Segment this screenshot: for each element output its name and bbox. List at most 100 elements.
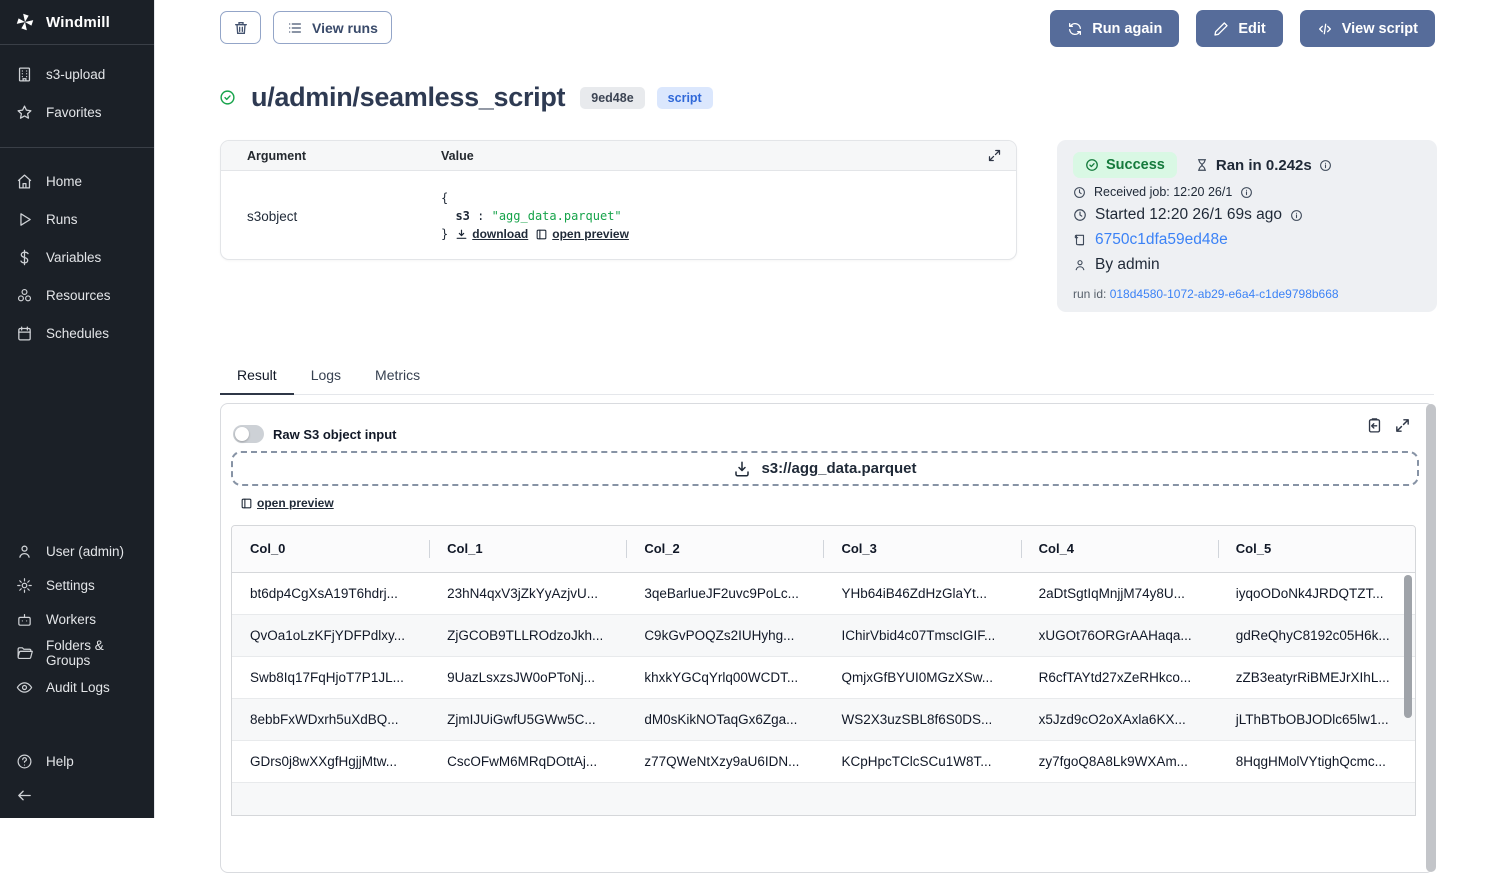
info-icon[interactable] — [1290, 209, 1303, 222]
copy-icon[interactable] — [1366, 417, 1383, 434]
download-link[interactable]: download — [455, 225, 528, 243]
script-type-badge: script — [657, 87, 713, 109]
job-status-panel: Success Ran in 0.242s Received job: 12:2… — [1057, 140, 1437, 312]
sidebar-item-label: Variables — [46, 250, 101, 265]
info-icon[interactable] — [1319, 159, 1332, 172]
table-cell: gdReQhyC8192c05H6k... — [1218, 614, 1415, 656]
view-runs-button[interactable]: View runs — [273, 11, 392, 44]
check-circle-icon — [219, 89, 236, 106]
table-cell: 8HqgHMolVYtighQcmc... — [1218, 740, 1415, 782]
delete-button[interactable] — [220, 11, 261, 44]
download-icon — [733, 460, 751, 478]
table-cell: WS2X3uzSBL8f6S0DS... — [823, 698, 1020, 740]
sidebar-item-runs[interactable]: Runs — [0, 200, 154, 238]
table-cell: Swb8Iq17FqHjoT7P1JL... — [232, 656, 429, 698]
table-cell: C9kGvPOQZs2IUHyhg... — [626, 614, 823, 656]
table-cell: ZjmIJUiGwfU5GWw5C... — [429, 698, 626, 740]
raw-s3-toggle[interactable] — [233, 425, 264, 443]
status-badge: Success — [1073, 152, 1177, 178]
open-preview-link[interactable]: open preview — [240, 496, 334, 510]
s3-download-button[interactable]: s3://agg_data.parquet — [231, 451, 1419, 486]
eye-icon — [16, 679, 33, 696]
info-icon[interactable] — [1240, 186, 1253, 199]
view-script-button[interactable]: View script — [1300, 10, 1435, 47]
user-icon — [16, 543, 33, 560]
hourglass-icon — [1195, 158, 1209, 172]
main-content: View runs Run again Edit View script u/a… — [155, 0, 1493, 818]
scroll-icon — [1073, 233, 1087, 247]
run-id-link[interactable]: 018d4580-1072-ab29-e6a4-c1de9798b668 — [1110, 287, 1339, 301]
user-icon — [1073, 258, 1087, 272]
table-cell: khxkYGCqYrlq00WCDT... — [626, 656, 823, 698]
table-cell: CscOFwM6MRqDOttAj... — [429, 740, 626, 782]
edit-button[interactable]: Edit — [1196, 10, 1282, 47]
sidebar-item-resources[interactable]: Resources — [0, 276, 154, 314]
ran-in-text: Ran in 0.242s — [1216, 157, 1312, 174]
column-header: Col_4 — [1021, 526, 1218, 572]
arg-name: s3object — [221, 189, 441, 243]
brand[interactable]: Windmill — [0, 0, 154, 45]
sidebar-item-s3-upload[interactable]: s3-upload — [0, 55, 154, 93]
sidebar-item-variables[interactable]: Variables — [0, 238, 154, 276]
open-preview-link[interactable]: open preview — [535, 225, 629, 243]
version-badge: 9ed48e — [580, 87, 644, 109]
sidebar-item-settings[interactable]: Settings — [0, 568, 154, 602]
expand-icon[interactable] — [987, 148, 1002, 163]
sidebar-item-home[interactable]: Home — [0, 162, 154, 200]
result-panel: Raw S3 object input s3://agg_data.parque… — [220, 403, 1434, 873]
table-cell: zZB3eatyrRiBMEJrXIhL... — [1218, 656, 1415, 698]
table-cell: QmjxGfBYUI0MGzXSw... — [823, 656, 1020, 698]
json-key: s3 — [455, 209, 469, 223]
sidebar-item-workers[interactable]: Workers — [0, 602, 154, 636]
run-again-button[interactable]: Run again — [1050, 10, 1179, 47]
panel-scrollbar[interactable] — [1426, 404, 1436, 872]
table-empty-row — [232, 782, 1415, 815]
table-cell: x5Jzd9cO2oXAxla6KX... — [1021, 698, 1218, 740]
page-title: u/admin/seamless_script — [251, 82, 565, 113]
panel-preview-icon — [535, 228, 548, 241]
run-again-label: Run again — [1092, 21, 1162, 37]
table-cell: bt6dp4CgXsA19T6hdrj... — [232, 572, 429, 614]
download-icon — [455, 228, 468, 241]
view-runs-label: View runs — [312, 20, 378, 36]
sidebar-item-help[interactable]: Help — [0, 744, 154, 778]
sidebar-item-label: Audit Logs — [46, 680, 110, 695]
boxes-icon — [16, 287, 33, 304]
sidebar: Windmill s3-upload Favorites Home — [0, 0, 155, 818]
sidebar-item-label: Folders & Groups — [46, 638, 138, 668]
collapse-sidebar-button[interactable] — [0, 778, 154, 812]
column-header: Col_5 — [1218, 526, 1415, 572]
sidebar-item-label: Workers — [46, 612, 96, 627]
column-header: Col_0 — [232, 526, 429, 572]
trash-icon — [233, 20, 249, 36]
job-hash-link[interactable]: 6750c1dfa59ed48e — [1095, 231, 1228, 249]
sidebar-item-favorites[interactable]: Favorites — [0, 93, 154, 131]
view-script-label: View script — [1342, 21, 1418, 37]
tab-logs[interactable]: Logs — [294, 362, 358, 395]
args-col-argument: Argument — [221, 149, 441, 163]
brand-name: Windmill — [46, 14, 110, 31]
arrow-left-icon — [16, 787, 33, 804]
received-job-text: Received job: 12:20 26/1 — [1094, 185, 1232, 199]
by-admin-text: By admin — [1095, 256, 1160, 274]
table-cell: ZjGCOB9TLLROdzoJkh... — [429, 614, 626, 656]
table-cell: jLThBTbOBJODlc65lw1... — [1218, 698, 1415, 740]
sidebar-item-folders-groups[interactable]: Folders & Groups — [0, 636, 154, 670]
sidebar-item-audit-logs[interactable]: Audit Logs — [0, 670, 154, 704]
json-close-brace: } — [441, 225, 448, 243]
json-open-brace: { — [441, 189, 1016, 207]
maximize-icon[interactable] — [1394, 417, 1411, 434]
table-scrollbar[interactable] — [1404, 575, 1412, 718]
tab-metrics[interactable]: Metrics — [358, 362, 437, 395]
folder-icon — [16, 645, 33, 662]
table-cell: IChirVbid4c07TmscIGIF... — [823, 614, 1020, 656]
help-icon — [16, 753, 33, 770]
table-cell: R6cfTAYtd27xZeRHkco... — [1021, 656, 1218, 698]
home-icon — [16, 173, 33, 190]
sidebar-item-schedules[interactable]: Schedules — [0, 314, 154, 352]
sidebar-item-user[interactable]: User (admin) — [0, 534, 154, 568]
clock-icon — [1073, 186, 1086, 199]
started-text: Started 12:20 26/1 69s ago — [1095, 206, 1282, 224]
json-string-value: "agg_data.parquet" — [492, 209, 622, 223]
tab-result[interactable]: Result — [220, 362, 294, 395]
